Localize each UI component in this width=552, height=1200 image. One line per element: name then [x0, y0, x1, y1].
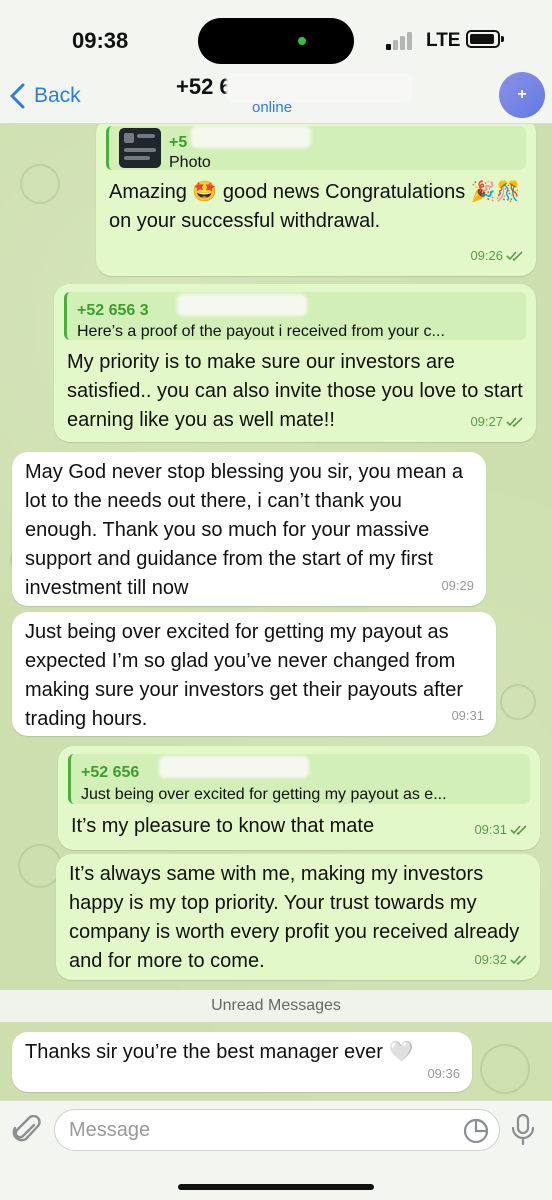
reply-text: Photo [169, 154, 211, 171]
message-time: 09:29 [441, 578, 474, 593]
back-button[interactable]: Back [8, 82, 81, 110]
redaction [191, 126, 311, 148]
message-meta: 09:32 [474, 945, 528, 974]
message-bubble-incoming[interactable]: May God never stop blessing you sir, you… [12, 452, 486, 606]
camera-indicator [298, 37, 306, 45]
message-input[interactable] [54, 1109, 500, 1151]
double-check-icon [510, 824, 527, 835]
message-meta: 09:31 [474, 815, 528, 844]
double-check-icon [506, 250, 523, 261]
back-label: Back [34, 84, 81, 107]
double-check-icon [510, 954, 527, 965]
message-text: Amazing 🤩 good news Congratulations 🎉🎊 o… [109, 181, 521, 232]
message-bubble-incoming[interactable]: Just being over excited for getting my p… [12, 612, 496, 736]
message-time: 09:26 [470, 248, 503, 263]
message-time: 09:27 [470, 414, 503, 429]
message-bubble-outgoing[interactable]: It’s always same with me, making my inve… [56, 854, 540, 980]
redaction [226, 74, 412, 102]
reply-text: Just being over excited for getting my p… [81, 786, 447, 803]
message-bubble-outgoing[interactable]: +52 656 3 Here’s a proof of the payout i… [54, 284, 536, 442]
message-time: 09:36 [427, 1066, 460, 1081]
chevron-left-icon [10, 83, 25, 109]
reply-quote[interactable]: +52 656 3 Here’s a proof of the payout i… [64, 292, 526, 340]
unread-divider: Unread Messages [0, 990, 552, 1022]
signal-icon [386, 32, 418, 50]
reply-quote[interactable]: +5 Photo [106, 126, 526, 171]
status-time: 09:38 [72, 28, 129, 53]
message-meta: 09:29 [441, 571, 474, 600]
reply-text: Here’s a proof of the payout i received … [77, 323, 445, 340]
contact-status: online [252, 99, 293, 116]
message-text: It’s always same with me, making my inve… [69, 863, 520, 972]
message-meta: 09:26 [470, 241, 524, 270]
top-bar: 09:38 LTE Back +52 65 online + [0, 0, 552, 124]
message-time: 09:31 [474, 822, 507, 837]
double-check-icon [506, 416, 523, 427]
message-text: May God never stop blessing you sir, you… [25, 461, 464, 599]
message-meta: 09:36 [427, 1059, 460, 1088]
avatar-glyph: + [517, 86, 527, 103]
message-time: 09:32 [474, 952, 507, 967]
reply-quote[interactable]: +52 656 Just being over excited for gett… [68, 754, 530, 804]
message-text: My priority is to make sure our investor… [67, 351, 523, 431]
wallpaper-doodle [20, 164, 60, 204]
wallpaper-doodle [480, 1044, 530, 1094]
redaction [159, 756, 309, 778]
home-indicator [178, 1184, 374, 1190]
paperclip-icon[interactable] [12, 1115, 42, 1147]
sticker-icon[interactable] [462, 1117, 490, 1145]
dynamic-island [198, 18, 354, 64]
message-text: Just being over excited for getting my p… [25, 621, 463, 730]
photo-thumbnail [119, 128, 161, 168]
message-meta: 09:27 [470, 407, 524, 436]
message-text: Thanks sir you’re the best manager ever … [25, 1041, 414, 1063]
microphone-icon[interactable] [510, 1113, 536, 1147]
redaction [177, 294, 307, 316]
wallpaper-doodle [500, 684, 536, 720]
message-bubble-incoming[interactable]: Thanks sir you’re the best manager ever … [12, 1032, 472, 1092]
avatar[interactable]: + [499, 72, 545, 118]
chat-area[interactable]: +5 Photo Amazing 🤩 good news Congratulat… [0, 124, 552, 1100]
message-meta: 09:31 [451, 701, 484, 730]
battery-icon [466, 30, 504, 48]
network-label: LTE [426, 30, 461, 51]
message-text: It’s my pleasure to know that mate [71, 815, 375, 837]
message-bubble-outgoing[interactable]: +52 656 Just being over excited for gett… [58, 746, 540, 850]
message-bubble-outgoing[interactable]: +5 Photo Amazing 🤩 good news Congratulat… [96, 124, 536, 276]
message-time: 09:31 [451, 708, 484, 723]
